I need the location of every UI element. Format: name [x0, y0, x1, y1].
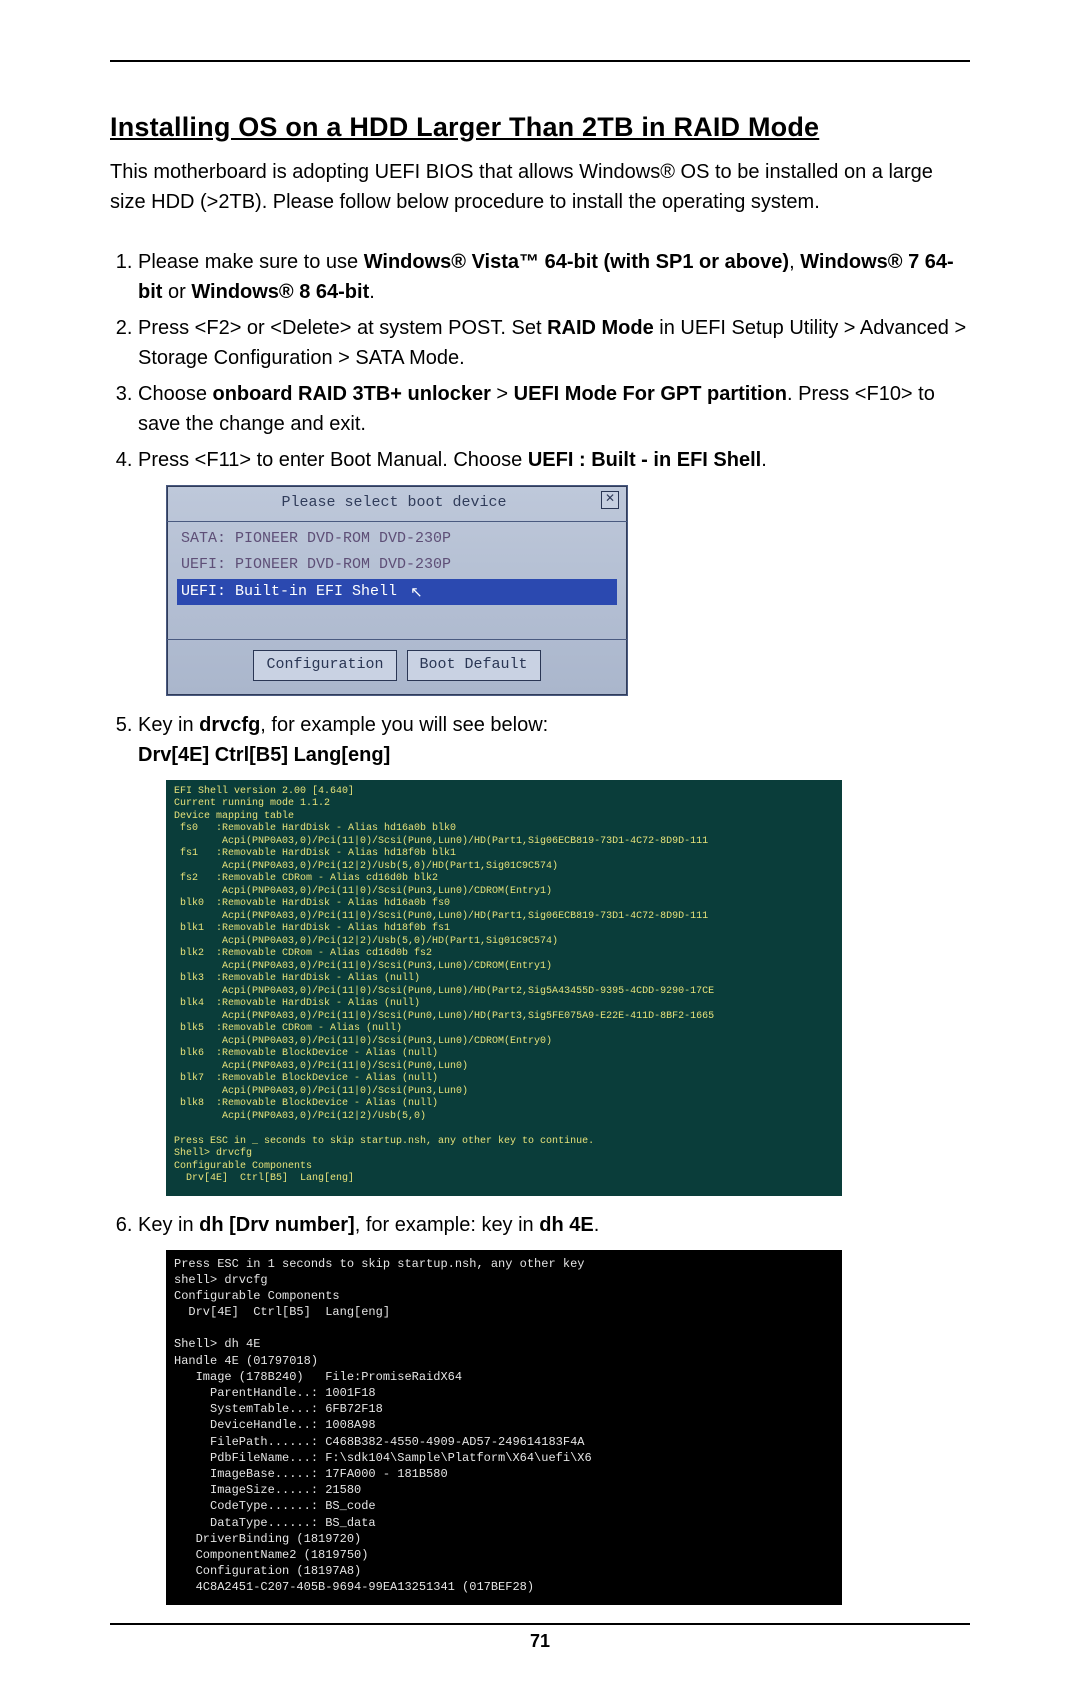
step-1-bold-1: Windows® Vista™ 64-bit (with SP1 or abov… [364, 251, 789, 273]
efi-shell-screenshot-1: EFI Shell version 2.00 [4.640] Current r… [166, 780, 970, 1196]
step-4-text-a: Press <F11> to enter Boot Manual. Choose [138, 449, 528, 471]
step-5-bold-2: Drv[4E] Ctrl[B5] Lang[eng] [138, 744, 390, 766]
step-6-text-b: , for example: key in [355, 1214, 540, 1236]
step-1-text-b: , [789, 251, 800, 273]
boot-menu-window: Please select boot device ✕ SATA: PIONEE… [166, 485, 628, 696]
boot-menu-item-2[interactable]: UEFI: Built-in EFI Shell ↖ [177, 579, 617, 606]
intro-paragraph: This motherboard is adopting UEFI BIOS t… [110, 157, 970, 217]
boot-menu-buttons: Configuration Boot Default [167, 640, 627, 695]
step-1-text-c: or [162, 281, 191, 303]
step-3-bold-1: onboard RAID 3TB+ unlocker [213, 383, 491, 405]
step-1-text-a: Please make sure to use [138, 251, 364, 273]
step-2: Press <F2> or <Delete> at system POST. S… [138, 313, 970, 373]
step-4-text-b: . [761, 449, 767, 471]
efi-shell-2-text: Press ESC in 1 seconds to skip startup.n… [174, 1257, 592, 1595]
boot-menu-item-1[interactable]: UEFI: PIONEER DVD-ROM DVD-230P [177, 552, 617, 579]
step-2-text-a: Press <F2> or <Delete> at system POST. S… [138, 317, 547, 339]
steps-list: Please make sure to use Windows® Vista™ … [110, 247, 970, 1605]
page-number: 71 [110, 1631, 970, 1652]
step-3-bold-2: UEFI Mode For GPT partition [514, 383, 787, 405]
step-1: Please make sure to use Windows® Vista™ … [138, 247, 970, 307]
step-5-bold-1: drvcfg [199, 714, 260, 736]
top-rule [110, 60, 970, 62]
step-2-bold: RAID Mode [547, 317, 654, 339]
efi-shell-2: Press ESC in 1 seconds to skip startup.n… [166, 1250, 842, 1606]
cursor-icon: ↖ [410, 585, 423, 602]
step-6-text-a: Key in [138, 1214, 199, 1236]
bottom-rule [110, 1623, 970, 1625]
step-3-text-b: > [491, 383, 514, 405]
step-6: Key in dh [Drv number], for example: key… [138, 1210, 970, 1606]
step-5-text-b: , for example you will see below: [260, 714, 548, 736]
step-3-text-a: Choose [138, 383, 213, 405]
boot-menu-header: Please select boot device ✕ [167, 486, 627, 521]
step-3: Choose onboard RAID 3TB+ unlocker > UEFI… [138, 379, 970, 439]
step-4-bold: UEFI : Built - in EFI Shell [528, 449, 761, 471]
step-1-bold-3: Windows® 8 64-bit [191, 281, 369, 303]
boot-menu-screenshot: Please select boot device ✕ SATA: PIONEE… [166, 485, 970, 696]
step-4: Press <F11> to enter Boot Manual. Choose… [138, 445, 970, 696]
boot-menu-title: Please select boot device [281, 492, 506, 515]
boot-menu-list: SATA: PIONEER DVD-ROM DVD-230P UEFI: PIO… [167, 521, 627, 641]
step-5-text-a: Key in [138, 714, 199, 736]
step-1-text-d: . [369, 281, 375, 303]
boot-menu-item-0[interactable]: SATA: PIONEER DVD-ROM DVD-230P [177, 526, 617, 553]
close-icon[interactable]: ✕ [601, 491, 619, 509]
step-6-bold-1: dh [Drv number] [199, 1214, 355, 1236]
efi-shell-screenshot-2: Press ESC in 1 seconds to skip startup.n… [166, 1250, 970, 1606]
efi-shell-1: EFI Shell version 2.00 [4.640] Current r… [166, 780, 842, 1196]
step-6-text-c: . [594, 1214, 600, 1236]
page-title: Installing OS on a HDD Larger Than 2TB i… [110, 112, 970, 143]
configuration-button[interactable]: Configuration [253, 650, 396, 681]
step-5: Key in drvcfg, for example you will see … [138, 710, 970, 1196]
document-page: Installing OS on a HDD Larger Than 2TB i… [0, 0, 1080, 1682]
efi-shell-1-text: EFI Shell version 2.00 [4.640] Current r… [174, 786, 714, 1185]
step-6-bold-2: dh 4E [539, 1214, 593, 1236]
boot-menu-item-2-label: UEFI: Built-in EFI Shell [181, 583, 397, 600]
boot-default-button[interactable]: Boot Default [407, 650, 541, 681]
